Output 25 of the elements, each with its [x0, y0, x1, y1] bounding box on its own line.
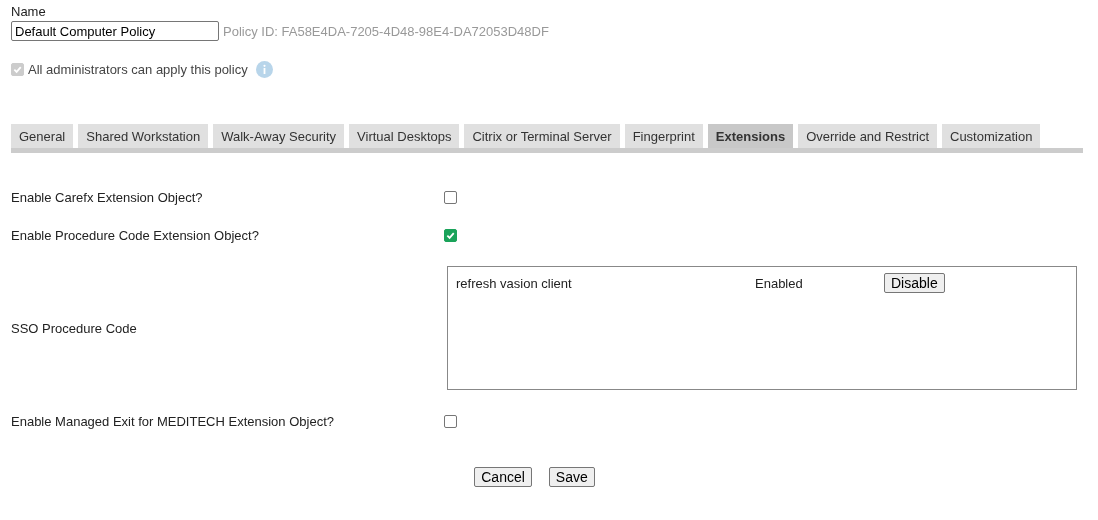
- tab[interactable]: Walk-Away Security: [213, 124, 345, 148]
- policy-id: Policy ID: FA58E4DA-7205-4D48-98E4-DA72053D48DF: [223, 23, 549, 39]
- tab[interactable]: Virtual Desktops: [349, 124, 460, 148]
- procedure-name: refresh vasion client: [456, 275, 573, 291]
- setting-label: Enable Managed Exit for MEDITECH Extension Object?: [11, 413, 335, 429]
- tab[interactable]: Shared Workstation: [78, 124, 209, 148]
- checkbox[interactable]: [444, 228, 457, 242]
- tab[interactable]: Citrix or Terminal Server: [464, 124, 620, 148]
- tab[interactable]: Fingerprint: [624, 124, 703, 148]
- save-button[interactable]: Save: [548, 467, 595, 487]
- setting-label: SSO Procedure Code: [11, 320, 138, 336]
- name-label: Name: [11, 4, 47, 19]
- disable-button[interactable]: Disable: [884, 273, 945, 293]
- tab[interactable]: Override and Restrict: [798, 124, 937, 148]
- checkbox[interactable]: [444, 190, 457, 204]
- tab[interactable]: Customization: [942, 124, 1041, 148]
- setting-label: Enable Carefx Extension Object?: [11, 189, 204, 205]
- checkbox-label: All administrators can apply this policy: [28, 62, 248, 77]
- setting-label: Enable Procedure Code Extension Object?: [11, 227, 260, 243]
- cancel-button[interactable]: Cancel: [474, 467, 532, 487]
- tab[interactable]: General: [11, 124, 74, 148]
- checkbox[interactable]: [444, 414, 457, 428]
- tab[interactable]: Extensions: [707, 124, 794, 148]
- procedure-status: Enabled: [755, 275, 804, 291]
- name-field[interactable]: Default Computer Policy: [11, 21, 219, 41]
